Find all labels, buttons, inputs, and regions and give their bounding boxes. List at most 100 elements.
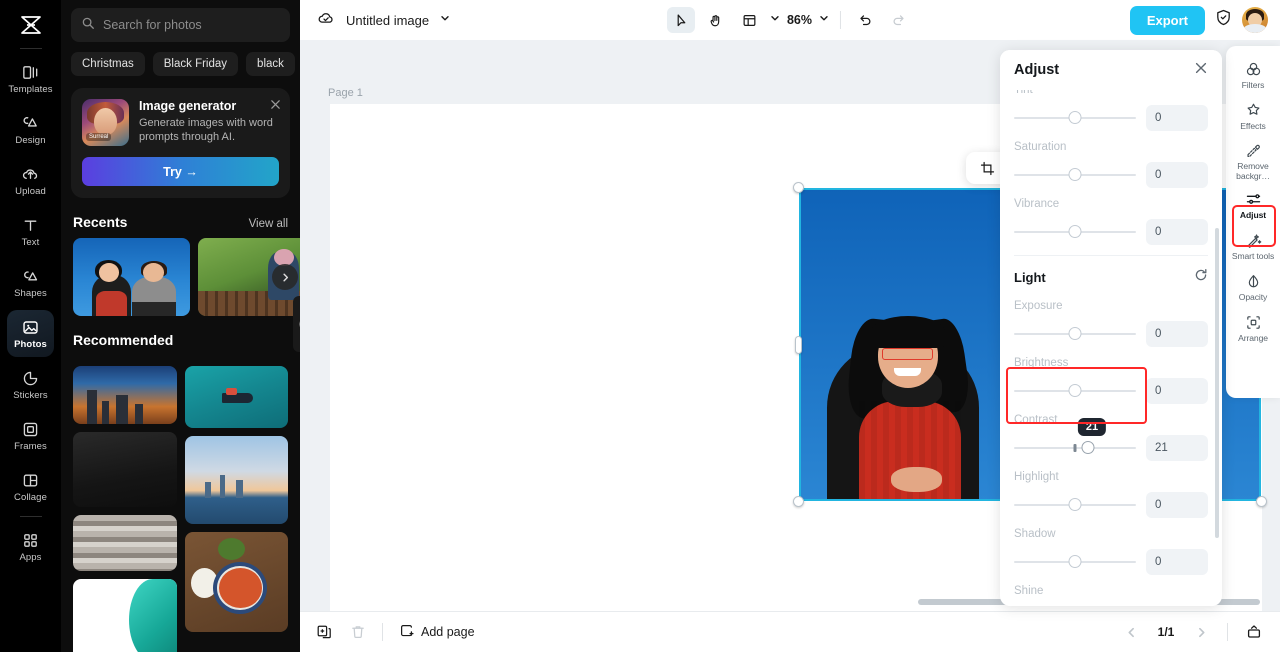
reset-icon[interactable] — [1194, 268, 1208, 287]
photo-thumbnail[interactable] — [185, 532, 289, 632]
redo-icon[interactable] — [885, 7, 913, 33]
photo-thumbnail[interactable] — [73, 515, 177, 571]
tool-effects[interactable]: Effects — [1229, 97, 1277, 137]
saturation-slider[interactable] — [1014, 168, 1136, 182]
hand-pan-icon[interactable] — [701, 7, 729, 33]
photo-thumbnail[interactable] — [73, 366, 177, 424]
tool-remove-background[interactable]: Remove backgr… — [1229, 138, 1277, 185]
recents-header: Recents View all — [61, 198, 300, 238]
photo-thumbnail[interactable] — [73, 579, 177, 652]
highlight-value[interactable]: 0 — [1146, 492, 1208, 518]
chevron-down-icon[interactable] — [818, 11, 830, 29]
sidebar-item-apps[interactable]: Apps — [7, 523, 54, 570]
vibrance-value[interactable]: 0 — [1146, 219, 1208, 245]
tool-label: Effects — [1240, 122, 1265, 132]
highlight-slider[interactable] — [1014, 498, 1136, 512]
close-icon[interactable] — [1194, 61, 1208, 80]
chevron-left-icon[interactable] — [1117, 619, 1145, 645]
sidebar-item-collage[interactable]: Collage — [7, 463, 54, 510]
chevron-right-icon[interactable] — [272, 264, 298, 290]
chevron-right-icon[interactable] — [1187, 619, 1215, 645]
tag-chip-christmas[interactable]: Christmas — [71, 52, 145, 76]
sidebar-item-templates[interactable]: Templates — [7, 55, 54, 102]
sidebar-item-shapes[interactable]: Shapes — [7, 259, 54, 306]
control-label: Brightness — [1014, 357, 1208, 369]
resize-handle-bottom-left[interactable] — [793, 496, 804, 507]
crop-icon[interactable] — [974, 155, 1000, 181]
adjust-panel-scrollbar[interactable] — [1215, 228, 1219, 538]
recommended-grid — [61, 356, 300, 652]
try-button[interactable]: Try → — [82, 157, 279, 186]
shield-check-icon[interactable] — [1214, 8, 1233, 32]
tool-arrange[interactable]: Arrange — [1229, 309, 1277, 349]
brightness-slider[interactable] — [1014, 384, 1136, 398]
sidebar-item-frames[interactable]: Frames — [7, 412, 54, 459]
panel-title: Adjust — [1014, 62, 1059, 78]
control-label: Shine — [1014, 585, 1208, 597]
add-page-label: Add page — [421, 625, 475, 639]
control-exposure: Exposure 0 — [1014, 300, 1208, 347]
sidebar-item-photos[interactable]: Photos — [7, 310, 54, 357]
control-shine: Shine 0 — [1014, 585, 1208, 606]
capcut-logo-icon[interactable] — [12, 8, 50, 42]
saturation-value[interactable]: 0 — [1146, 162, 1208, 188]
sidebar-item-upload[interactable]: Upload — [7, 157, 54, 204]
control-label: Highlight — [1014, 471, 1208, 483]
trash-icon[interactable] — [344, 619, 372, 645]
tag-chip-black-friday[interactable]: Black Friday — [153, 52, 238, 76]
layout-icon[interactable] — [735, 7, 763, 33]
resize-handle-left[interactable] — [795, 336, 802, 354]
photo-thumbnail[interactable] — [73, 432, 177, 507]
resize-handle-top-left[interactable] — [793, 182, 804, 193]
cloud-saved-icon[interactable] — [316, 8, 336, 33]
cursor-select-icon[interactable] — [667, 7, 695, 33]
vibrance-slider[interactable] — [1014, 225, 1136, 239]
tool-adjust[interactable]: Adjust — [1229, 186, 1277, 226]
chevron-down-icon[interactable] — [769, 11, 781, 29]
bottom-toolbar: Add page 1/1 — [300, 611, 1280, 652]
adjust-panel-body[interactable]: Tint 0 Saturation 0 Vibrance — [1000, 90, 1222, 606]
tool-filters[interactable]: Filters — [1229, 56, 1277, 96]
tint-value[interactable]: 0 — [1146, 105, 1208, 131]
export-button[interactable]: Export — [1130, 6, 1205, 35]
adjust-panel: Adjust Tint 0 Saturation — [1000, 50, 1222, 606]
canvas-tools: 86% — [667, 7, 913, 33]
photo-thumbnail[interactable] — [185, 366, 289, 428]
recommended-header: Recommended — [61, 316, 300, 356]
view-all-link[interactable]: View all — [249, 218, 288, 230]
avatar[interactable] — [1242, 7, 1268, 33]
contrast-slider[interactable]: 21 — [1014, 441, 1136, 455]
search-input[interactable] — [103, 18, 280, 32]
tool-opacity[interactable]: Opacity — [1229, 268, 1277, 308]
recent-thumbnail[interactable] — [73, 238, 190, 316]
tool-label: Adjust — [1240, 211, 1266, 221]
duplicate-page-icon[interactable] — [310, 619, 338, 645]
tint-slider[interactable] — [1014, 111, 1136, 125]
sidebar-item-stickers[interactable]: Stickers — [7, 361, 54, 408]
brightness-value[interactable]: 0 — [1146, 378, 1208, 404]
sidebar-item-design[interactable]: Design — [7, 106, 54, 153]
tag-chip-black[interactable]: black — [246, 52, 295, 76]
add-page-button[interactable]: Add page — [393, 623, 481, 641]
document-title[interactable]: Untitled image — [346, 13, 429, 28]
resize-handle-bottom-right[interactable] — [1256, 496, 1267, 507]
chevron-down-icon[interactable] — [439, 11, 451, 29]
contrast-value[interactable]: 21 — [1146, 435, 1208, 461]
undo-icon[interactable] — [851, 7, 879, 33]
zoom-level[interactable]: 86% — [787, 13, 812, 27]
close-icon[interactable] — [270, 97, 281, 115]
present-icon[interactable] — [1240, 619, 1268, 645]
exposure-slider[interactable] — [1014, 327, 1136, 341]
shadow-slider[interactable] — [1014, 555, 1136, 569]
control-label: Saturation — [1014, 141, 1208, 153]
search-box[interactable] — [71, 8, 290, 42]
tool-smart-tools[interactable]: Smart tools — [1229, 227, 1277, 267]
contrast-tooltip: 21 — [1078, 418, 1106, 436]
photo-thumbnail[interactable] — [185, 436, 289, 524]
shadow-value[interactable]: 0 — [1146, 549, 1208, 575]
sidebar-item-text[interactable]: Text — [7, 208, 54, 255]
collapse-panel-icon[interactable]: ⟨ — [293, 296, 300, 352]
exposure-value[interactable]: 0 — [1146, 321, 1208, 347]
control-vibrance: Vibrance 0 — [1014, 198, 1208, 245]
photos-icon — [21, 318, 41, 338]
